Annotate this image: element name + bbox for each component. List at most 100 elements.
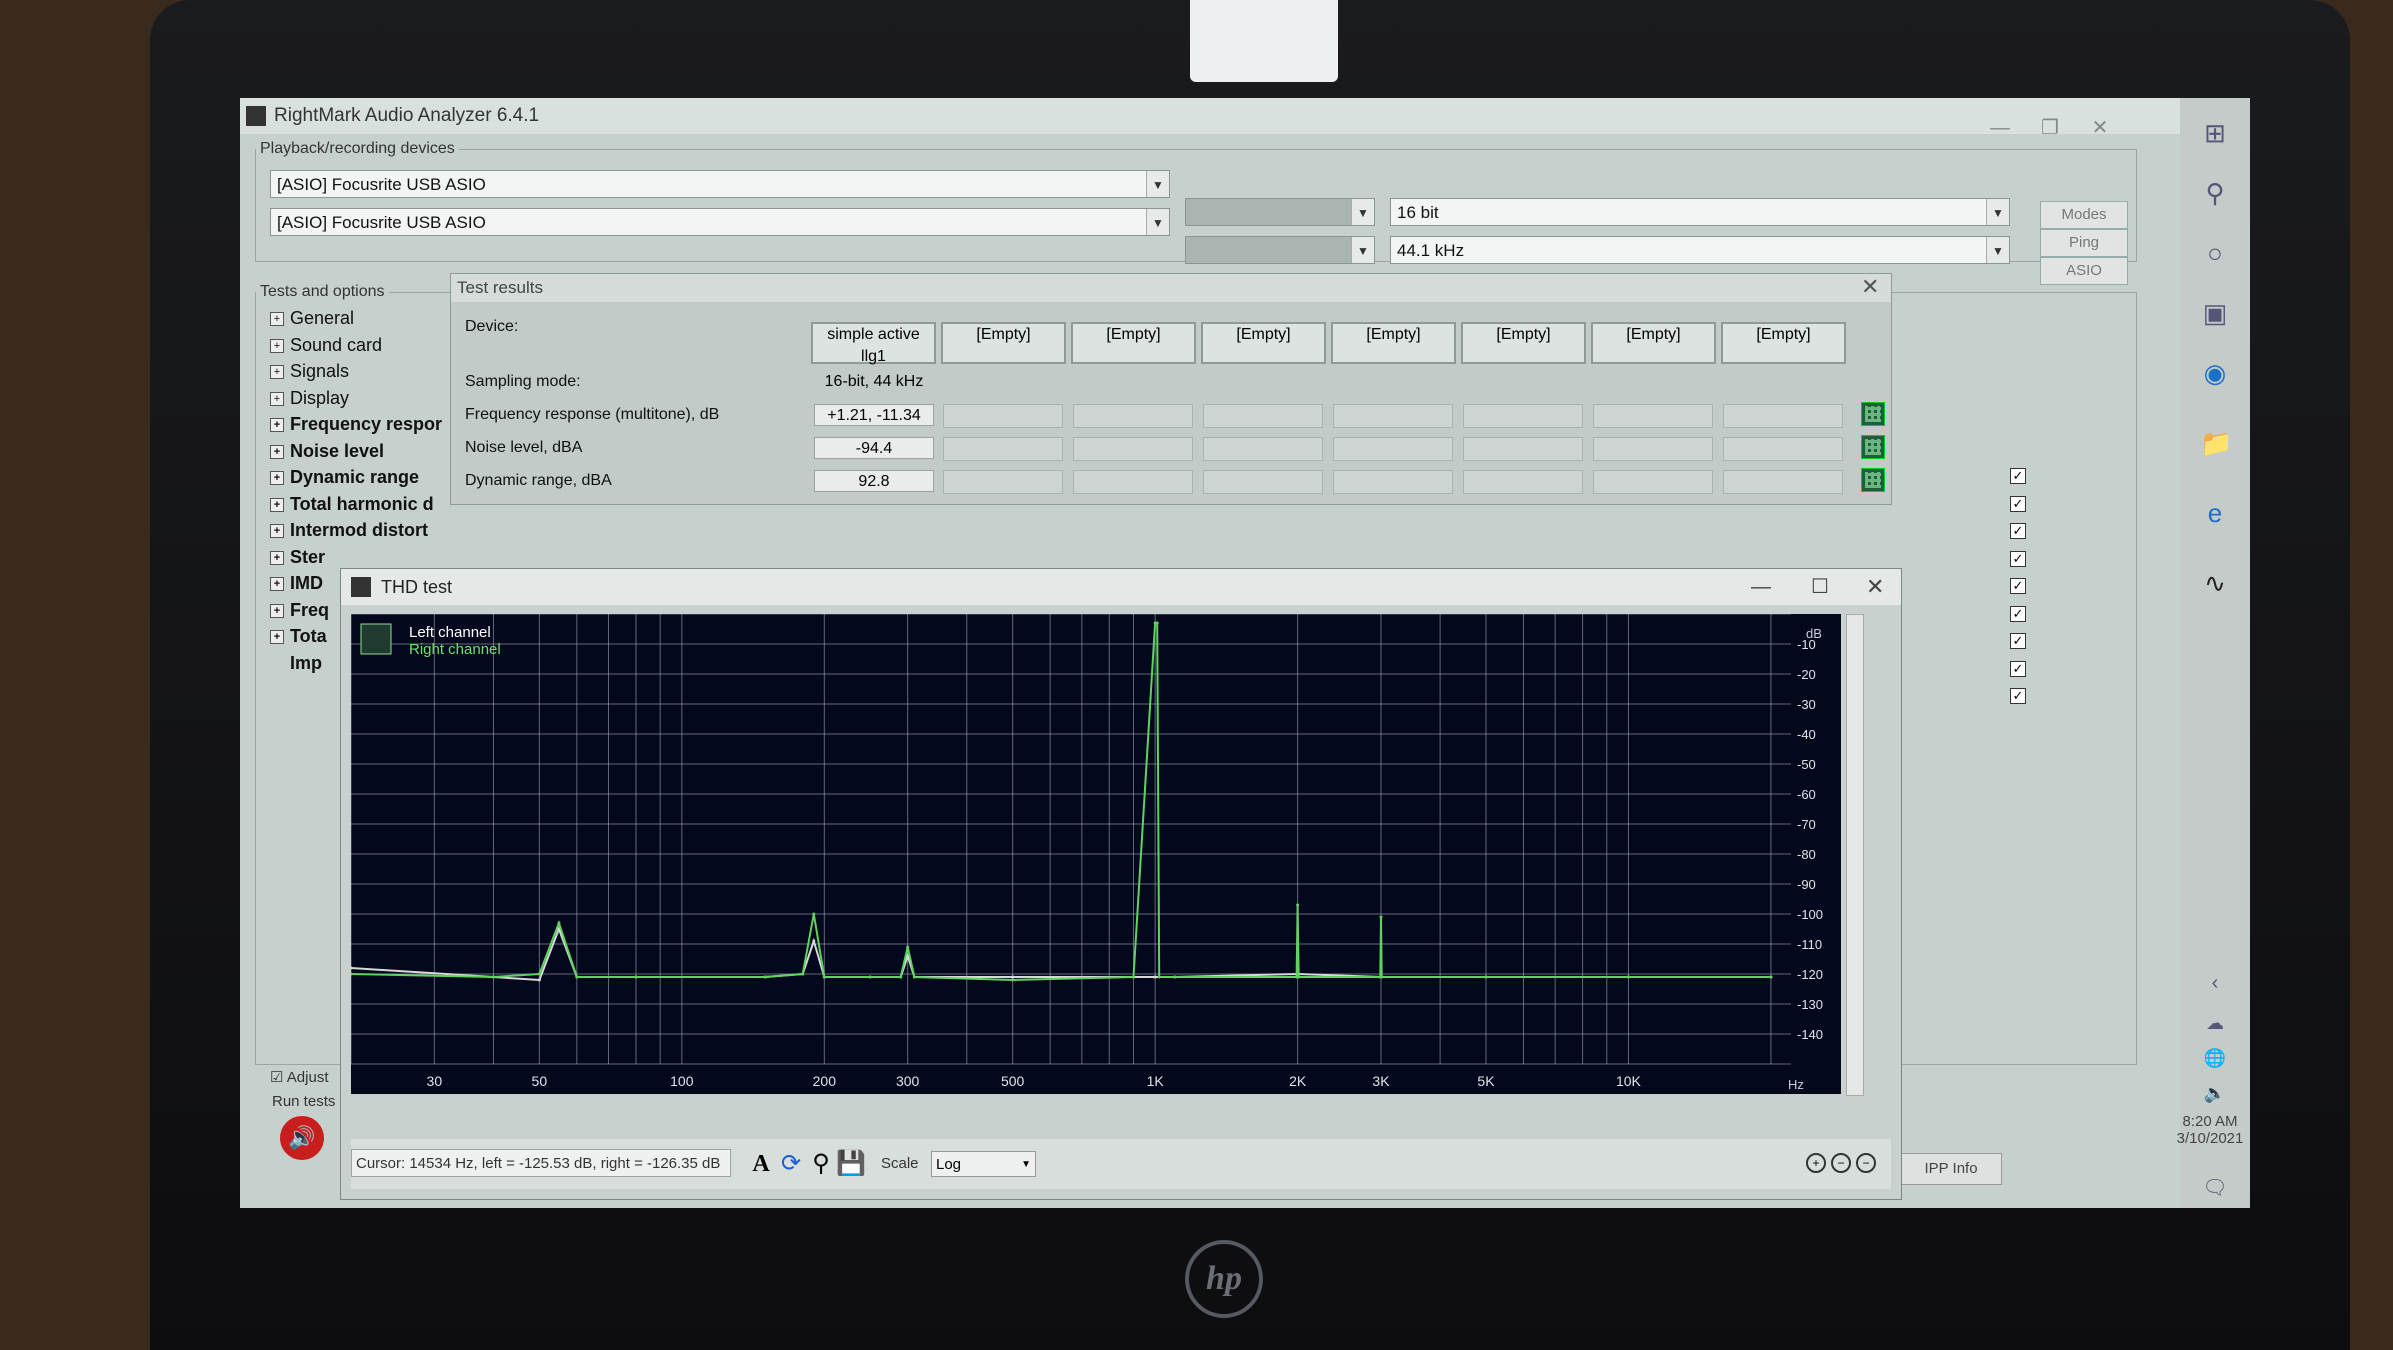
device-column-empty[interactable]: [Empty] xyxy=(1201,322,1326,364)
device-column-empty[interactable]: [Empty] xyxy=(1071,322,1196,364)
tree-item-label: Display xyxy=(290,387,350,408)
bit-depth-select[interactable]: 16 bit ▼ xyxy=(1390,198,2010,226)
test-checkbox[interactable]: ✓ xyxy=(2010,660,2026,677)
x-tick-label: 500 xyxy=(1001,1073,1025,1089)
empty-cell xyxy=(943,470,1063,494)
graph-icon[interactable] xyxy=(1861,435,1885,459)
internet-explorer-icon[interactable]: e xyxy=(2200,498,2230,528)
zoom-reset-icon[interactable]: − xyxy=(1856,1153,1876,1173)
chevron-down-icon[interactable]: ▼ xyxy=(1351,237,1374,263)
rmaa-app-icon[interactable]: ∿ xyxy=(2200,568,2230,598)
playback-device-select[interactable]: [ASIO] Focusrite USB ASIO ▼ xyxy=(270,170,1170,198)
test-checkbox[interactable]: ✓ xyxy=(2010,523,2026,539)
scale-select[interactable]: Log ▼ xyxy=(931,1151,1036,1177)
expand-icon[interactable]: + xyxy=(270,550,284,565)
test-checkbox[interactable]: ✓ xyxy=(2010,578,2026,594)
notification-icon[interactable]: 🗨 xyxy=(2200,1173,2230,1203)
close-icon[interactable]: ✕ xyxy=(1866,569,1884,605)
recording-device-select[interactable]: [ASIO] Focusrite USB ASIO ▼ xyxy=(270,208,1170,236)
windows-start-icon[interactable]: ⊞ xyxy=(2200,118,2230,148)
channel-select-2[interactable]: ▼ xyxy=(1185,236,1375,264)
ping-button[interactable]: Ping xyxy=(2040,229,2128,257)
search-icon[interactable]: ⚲ xyxy=(2200,178,2230,208)
expand-icon[interactable]: + xyxy=(270,471,284,486)
minimize-icon[interactable]: — xyxy=(1751,569,1771,605)
save-icon[interactable]: 💾 xyxy=(836,1149,866,1179)
system-clock[interactable]: 8:20 AM 3/10/2021 xyxy=(2170,1113,2250,1147)
test-checkbox[interactable]: ✓ xyxy=(2010,688,2026,704)
tree-item[interactable]: + Display xyxy=(270,388,442,415)
magnifier-icon[interactable]: ⚲ xyxy=(806,1149,836,1179)
cloud-icon[interactable]: ☁ xyxy=(2200,1008,2230,1038)
refresh-icon[interactable]: ⟳ xyxy=(776,1149,806,1179)
tree-item[interactable]: + Frequency respor xyxy=(270,414,442,441)
empty-cell xyxy=(943,437,1063,461)
thd-spectrum-chart[interactable]: 30 50 100 200 300 500 1K 2K 3K 5K 10K-10-20-30-40-… xyxy=(351,614,1841,1094)
run-tests-button[interactable]: 🔊 xyxy=(280,1116,324,1160)
empty-cell xyxy=(1723,437,1843,461)
tree-item[interactable]: + Noise level xyxy=(270,441,442,468)
font-icon[interactable]: A xyxy=(746,1149,776,1179)
tree-item[interactable]: + Total harmonic d xyxy=(270,494,442,521)
ipp-info-button[interactable]: IPP Info xyxy=(1900,1153,2002,1185)
tree-item[interactable]: + Intermod distort xyxy=(270,520,442,547)
edge-icon[interactable]: ◉ xyxy=(2200,358,2230,388)
folder-icon[interactable]: 📁 xyxy=(2200,428,2232,458)
channel-select-1[interactable]: ▼ xyxy=(1185,198,1375,226)
test-checkbox[interactable]: ✓ xyxy=(2010,468,2026,484)
test-checkbox[interactable]: ✓ xyxy=(2010,605,2026,622)
chevron-down-icon[interactable]: ▼ xyxy=(1986,237,2009,263)
volume-icon[interactable]: 🔈 xyxy=(2200,1078,2230,1108)
expand-icon[interactable]: + xyxy=(270,312,284,327)
chevron-down-icon[interactable]: ▼ xyxy=(1021,1152,1031,1178)
chevron-down-icon[interactable]: ▼ xyxy=(1351,199,1374,225)
sample-rate-select[interactable]: 44.1 kHz ▼ xyxy=(1390,236,2010,264)
test-checkbox[interactable]: ✓ xyxy=(2010,633,2026,649)
clock-time: 8:20 AM xyxy=(2182,1113,2238,1130)
legend-right: Right channel xyxy=(409,641,501,658)
device-column-empty[interactable]: [Empty] xyxy=(1461,322,1586,364)
test-checkbox[interactable]: ✓ xyxy=(2010,495,2026,512)
asio-button[interactable]: ASIO xyxy=(2040,257,2128,285)
tree-item[interactable]: + General xyxy=(270,308,442,335)
expand-icon[interactable]: + xyxy=(270,630,284,645)
right-channel-point xyxy=(1131,975,1135,979)
graph-icon[interactable] xyxy=(1861,468,1885,492)
expand-icon[interactable]: + xyxy=(270,391,284,406)
network-icon[interactable]: 🌐 xyxy=(2200,1043,2230,1073)
tree-item[interactable]: + Dynamic range xyxy=(270,467,442,494)
device-column-empty[interactable]: [Empty] xyxy=(1331,322,1456,364)
expand-icon[interactable]: + xyxy=(270,418,284,433)
expand-icon[interactable]: + xyxy=(270,444,284,459)
chevron-down-icon[interactable]: ▼ xyxy=(1986,199,2009,225)
test-checkbox[interactable]: ✓ xyxy=(2010,550,2026,567)
graph-icon[interactable] xyxy=(1861,402,1885,426)
chevron-left-icon[interactable]: ‹ xyxy=(2200,968,2230,998)
expand-icon[interactable]: + xyxy=(270,365,284,380)
tree-item[interactable]: + Sound card xyxy=(270,335,442,362)
zoom-in-icon[interactable]: + xyxy=(1806,1153,1826,1173)
tree-item[interactable]: + Signals xyxy=(270,361,442,388)
device-column-empty[interactable]: [Empty] xyxy=(1591,322,1716,364)
empty-cell xyxy=(1723,404,1843,428)
device-column-active[interactable]: simple active llg1 xyxy=(811,322,936,365)
chevron-down-icon[interactable]: ▼ xyxy=(1146,171,1169,197)
expand-icon[interactable]: + xyxy=(270,338,284,353)
expand-icon[interactable]: + xyxy=(270,524,284,539)
task-view-icon[interactable]: ▣ xyxy=(2200,298,2230,328)
zoom-out-icon[interactable]: − xyxy=(1831,1153,1851,1173)
modes-button[interactable]: Modes xyxy=(2040,201,2128,229)
chevron-down-icon[interactable]: ▼ xyxy=(1146,209,1169,235)
close-icon[interactable]: ✕ xyxy=(1861,274,1879,300)
expand-icon[interactable]: + xyxy=(270,497,284,512)
adjust-checkbox[interactable]: ☑ Adjust xyxy=(270,1068,329,1086)
vertical-scrollbar[interactable] xyxy=(1846,614,1864,1096)
expand-icon[interactable]: + xyxy=(270,603,284,618)
device-column-empty[interactable]: [Empty] xyxy=(941,322,1066,364)
legend-icon[interactable] xyxy=(360,623,392,655)
maximize-icon[interactable]: ☐ xyxy=(1811,569,1829,605)
device-column-empty[interactable]: [Empty] xyxy=(1721,322,1846,364)
cortana-icon[interactable]: ○ xyxy=(2200,238,2230,268)
expand-icon[interactable]: + xyxy=(270,577,284,592)
test-checkboxes: ✓ ✓ ✓ ✓ ✓ ✓ ✓ ✓ ✓ xyxy=(2010,468,2026,716)
